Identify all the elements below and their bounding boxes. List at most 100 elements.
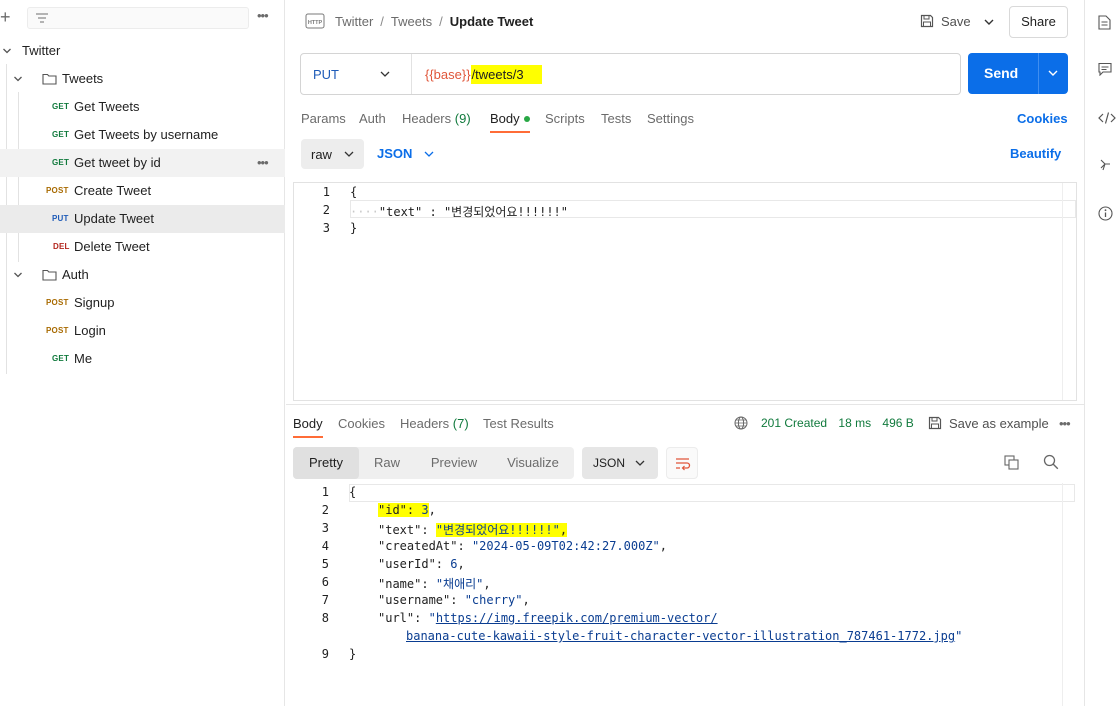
view-tab-pretty[interactable]: Pretty: [293, 447, 359, 479]
beautify-link[interactable]: Beautify: [1010, 146, 1061, 161]
tab-response-headers[interactable]: Headers (7): [400, 416, 469, 431]
request-label: Get tweet by id: [74, 155, 161, 170]
request-item[interactable]: GET Get Tweets: [0, 93, 285, 121]
method-select[interactable]: PUT: [301, 54, 412, 94]
json-value: 3: [421, 503, 429, 517]
url-link-continued[interactable]: banana-cute-kawaii-style-fruit-character…: [406, 629, 955, 643]
tab-tests[interactable]: Tests: [601, 111, 631, 126]
request-item[interactable]: DEL Delete Tweet: [0, 233, 285, 261]
json-trail: ,: [457, 557, 465, 571]
method-badge: PUT: [52, 214, 69, 223]
tab-settings[interactable]: Settings: [647, 111, 694, 126]
request-item[interactable]: POST Create Tweet: [0, 177, 285, 205]
response-time[interactable]: 18 ms: [838, 416, 871, 430]
collection-twitter[interactable]: Twitter: [0, 37, 285, 65]
method-badge: POST: [46, 298, 69, 307]
method-badge: POST: [46, 326, 69, 335]
json-trail: ,: [483, 577, 491, 591]
filter-icon: [36, 13, 48, 23]
url-variable: {{base}}: [425, 67, 471, 82]
view-tab-preview[interactable]: Preview: [415, 447, 493, 479]
response-meta: 201 Created 18 ms 496 B: [734, 416, 914, 430]
code-line: }: [349, 647, 357, 661]
url-link[interactable]: https://img.freepik.com/premium-vector/: [436, 611, 718, 625]
body-mode-select[interactable]: raw: [301, 139, 364, 169]
line-number: 2: [321, 503, 329, 517]
request-item[interactable]: GET Get Tweets by username: [0, 121, 285, 149]
folder-auth[interactable]: Auth: [0, 261, 285, 289]
info-icon[interactable]: [1098, 206, 1113, 221]
chevron-down-icon[interactable]: [983, 16, 995, 28]
request-item-selected[interactable]: PUT Update Tweet: [0, 205, 285, 233]
filter-input[interactable]: [27, 7, 249, 29]
related-collections-icon[interactable]: [1098, 158, 1112, 172]
folder-tweets[interactable]: Tweets: [0, 65, 285, 93]
response-format-select[interactable]: JSON: [582, 447, 658, 479]
request-body-editor[interactable]: 1 { 2 ····"text" : "변경되었어요!!!!!!" 3 }: [293, 182, 1077, 401]
save-icon: [920, 14, 934, 28]
chevron-down-icon: [14, 76, 22, 82]
tab-response-body[interactable]: Body: [293, 416, 323, 438]
right-rail: [1084, 0, 1118, 706]
save-as-example-button[interactable]: Save as example: [928, 416, 1049, 431]
tab-scripts[interactable]: Scripts: [545, 111, 585, 126]
chevron-down-icon[interactable]: [1047, 68, 1059, 78]
code-line: "userId": 6,: [378, 557, 465, 571]
json-key: "url": [378, 611, 415, 625]
scrollbar[interactable]: [1062, 483, 1076, 706]
more-options-icon[interactable]: •••: [257, 149, 269, 177]
json-value-suffix: ": [955, 629, 963, 643]
wrap-lines-icon: [676, 458, 691, 471]
code-line: "createdAt": "2024-05-09T02:42:27.000Z",: [378, 539, 668, 553]
response-body-viewer[interactable]: 1 { 2 "id": 3, 3 "text": "변경되었어요!!!!!!",…: [293, 483, 1077, 706]
more-options-icon[interactable]: •••: [257, 8, 273, 26]
view-tab-visualize[interactable]: Visualize: [493, 447, 573, 479]
breadcrumb-collection[interactable]: Twitter: [335, 14, 373, 29]
tab-auth[interactable]: Auth: [359, 111, 386, 126]
tab-headers[interactable]: Headers (9): [402, 111, 471, 126]
more-options-icon[interactable]: •••: [1059, 416, 1071, 431]
request-label: Update Tweet: [74, 211, 154, 226]
tab-response-cookies[interactable]: Cookies: [338, 416, 385, 431]
send-button[interactable]: Send: [968, 53, 1068, 94]
request-label: Signup: [74, 295, 115, 310]
body-format-select[interactable]: JSON: [377, 146, 434, 161]
wrap-lines-button[interactable]: [666, 447, 698, 479]
documentation-icon[interactable]: [1098, 15, 1111, 30]
search-icon[interactable]: [1043, 454, 1059, 470]
breadcrumb-folder[interactable]: Tweets: [391, 14, 432, 29]
tab-params[interactable]: Params: [301, 111, 346, 126]
save-button[interactable]: Save: [920, 12, 971, 32]
tab-test-results[interactable]: Test Results: [483, 416, 554, 431]
cookies-link[interactable]: Cookies: [1017, 111, 1068, 126]
add-icon[interactable]: +: [0, 7, 14, 27]
tab-body[interactable]: Body: [490, 111, 530, 133]
request-item[interactable]: POST Signup: [0, 289, 285, 317]
response-format-value: JSON: [593, 456, 626, 470]
request-item[interactable]: GET Me: [0, 345, 285, 373]
code-line: }: [350, 221, 358, 235]
request-item[interactable]: GET Get tweet by id •••: [0, 149, 285, 177]
comments-icon[interactable]: [1098, 62, 1112, 76]
scrollbar[interactable]: [1062, 183, 1076, 400]
status-code[interactable]: 201 Created: [761, 416, 827, 430]
view-tab-raw[interactable]: Raw: [359, 447, 415, 479]
tab-body-label: Body: [490, 111, 520, 126]
code-icon[interactable]: [1098, 111, 1116, 125]
code-line: "text": "변경되었어요!!!!!!",: [378, 523, 568, 537]
line-number: 1: [321, 485, 329, 499]
copy-icon[interactable]: [1004, 455, 1019, 470]
url-input[interactable]: {{base}}/tweets/3: [425, 65, 542, 84]
line-number: 4: [321, 539, 329, 553]
json-value: "2024-05-09T02:42:27.000Z": [471, 539, 660, 553]
request-item[interactable]: POST Login: [0, 317, 285, 345]
body-indicator-dot: [523, 115, 530, 122]
method-badge: DEL: [53, 242, 70, 251]
response-size[interactable]: 496 B: [882, 416, 913, 430]
request-label: Login: [74, 323, 106, 338]
send-label: Send: [984, 65, 1019, 81]
current-line-highlight: [349, 484, 1075, 502]
share-button[interactable]: Share: [1009, 6, 1068, 38]
breadcrumb-request[interactable]: Update Tweet: [450, 14, 534, 29]
url-path: /tweets/3: [470, 65, 542, 84]
